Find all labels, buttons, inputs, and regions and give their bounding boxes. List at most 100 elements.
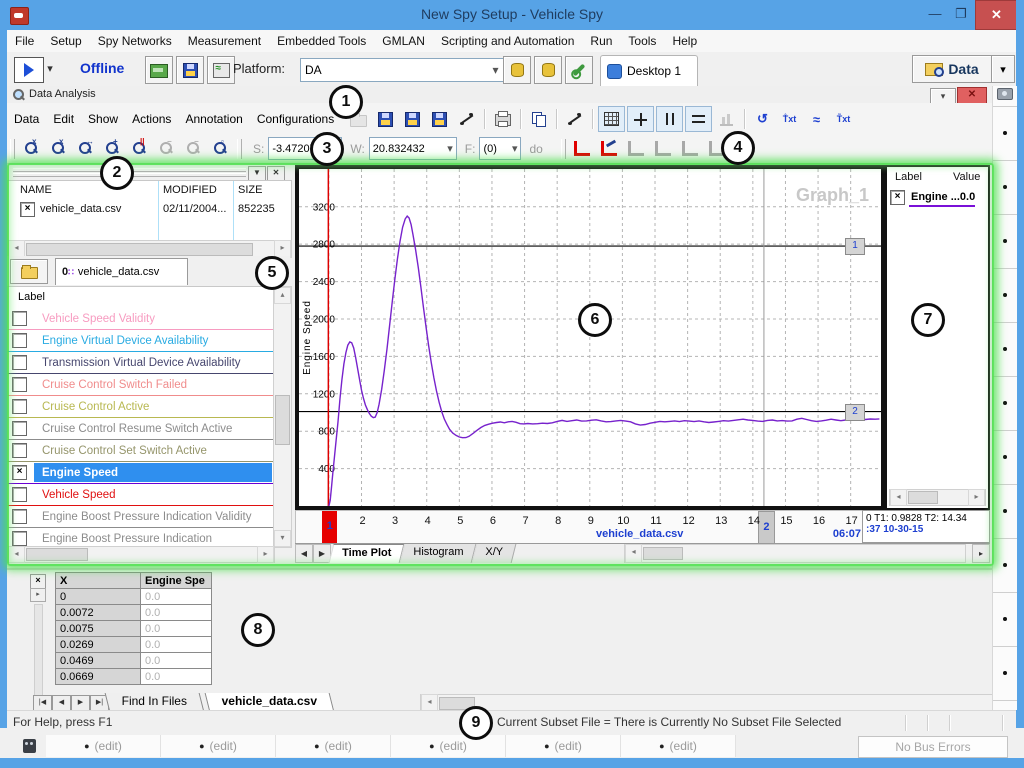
menu-scripting-and-automation[interactable]: Scripting and Automation xyxy=(433,30,582,48)
panel-dropdown-button[interactable]: ▼ xyxy=(248,166,266,181)
function-key-slot[interactable]: ●(edit) xyxy=(46,735,161,757)
file-tab-vehicle-data[interactable]: 0∷ vehicle_data.csv xyxy=(55,258,188,285)
label-row[interactable]: Engine Boost Pressure Indication Validit… xyxy=(8,506,274,528)
marker-1-handle[interactable]: 1 xyxy=(845,238,865,255)
menu-measurement[interactable]: Measurement xyxy=(180,30,269,48)
scrollbar-thumb[interactable] xyxy=(908,491,938,504)
plot-hscrollbar[interactable]: ◂ xyxy=(624,544,966,563)
frame-combobox[interactable]: (0) ▾ xyxy=(479,137,521,160)
label-checkbox[interactable] xyxy=(12,421,27,436)
label-row[interactable]: Engine Boost Pressure Indication xyxy=(8,528,274,546)
axis-color-button[interactable] xyxy=(597,137,622,161)
export-data-button[interactable] xyxy=(427,107,452,131)
da-menu-data[interactable]: Data xyxy=(7,103,46,126)
maximize-button[interactable]: ❐ xyxy=(948,4,974,24)
close-button[interactable]: ✕ xyxy=(975,0,1018,30)
txt-export-button[interactable]: T̊xt xyxy=(777,107,802,131)
data-button[interactable]: Data xyxy=(912,55,992,83)
column-header-modified[interactable]: MODIFIED xyxy=(163,184,217,196)
label-list-hscrollbar[interactable]: ◂ ▸ xyxy=(7,546,275,563)
label-row[interactable]: Cruise Control Set Switch Active xyxy=(8,440,274,462)
menu-file[interactable]: File xyxy=(7,30,42,48)
scrollbar-thumb[interactable] xyxy=(26,243,253,256)
label-row[interactable]: Vehicle Speed Validity xyxy=(8,308,274,330)
value-column-label[interactable]: Label xyxy=(895,171,922,183)
column-header-name[interactable]: NAME xyxy=(20,184,52,196)
label-checkbox[interactable] xyxy=(12,355,27,370)
horizontal-markers-button[interactable] xyxy=(685,106,712,132)
column-header-engine-spe[interactable]: Engine Spe xyxy=(141,573,212,589)
dock-item-button[interactable] xyxy=(993,593,1017,647)
da-menu-actions[interactable]: Actions xyxy=(125,103,178,126)
dock-item-button[interactable] xyxy=(993,269,1017,323)
minimize-button[interactable]: — xyxy=(922,4,948,24)
histogram-view-button[interactable] xyxy=(714,107,739,131)
run-dropdown[interactable]: ▾ xyxy=(43,57,57,81)
menu-spy-networks[interactable]: Spy Networks xyxy=(90,30,180,48)
database-export-button[interactable] xyxy=(534,56,562,84)
label-checkbox[interactable] xyxy=(12,333,27,348)
time-ruler[interactable]: 1 2 vehicle_data.csv 06:07 2345678910111… xyxy=(295,510,864,545)
tab-time-plot[interactable]: Time Plot xyxy=(329,544,405,563)
label-checkbox[interactable] xyxy=(12,487,27,502)
panel-drag-grip[interactable]: ▼ ✕ xyxy=(7,164,290,181)
dock-item-button[interactable] xyxy=(993,107,1017,161)
signal-label[interactable]: Engine ...0.0 xyxy=(909,191,975,207)
menu-gmlan[interactable]: GMLAN xyxy=(374,30,433,48)
txt-wave-button[interactable]: T̃xt xyxy=(831,107,856,131)
table-row[interactable]: 0.04690.0 xyxy=(56,653,212,669)
label-checkbox[interactable] xyxy=(12,531,27,546)
scroll-left-icon[interactable]: ◂ xyxy=(8,546,25,563)
menu-help[interactable]: Help xyxy=(664,30,705,48)
logging-button[interactable] xyxy=(207,56,235,84)
marker-2-handle[interactable]: 2 xyxy=(845,404,865,421)
label-row[interactable]: Transmission Virtual Device Availability xyxy=(8,352,274,374)
label-checkbox[interactable] xyxy=(12,399,27,414)
save-button[interactable] xyxy=(373,107,398,131)
panel-close-button[interactable]: ✕ xyxy=(267,166,285,181)
value-panel-hscrollbar[interactable]: ◂ ▸ xyxy=(889,489,986,506)
dock-item-button[interactable] xyxy=(993,323,1017,377)
panel-expand-icon[interactable]: ▸ xyxy=(30,588,46,602)
panel-vscrollbar[interactable] xyxy=(34,604,43,701)
da-menu-show[interactable]: Show xyxy=(81,103,125,126)
dock-item-button[interactable] xyxy=(993,539,1017,593)
scrollbar-thumb[interactable] xyxy=(26,548,88,561)
platform-select[interactable]: DA ▾ xyxy=(300,58,504,82)
time-cursor-1[interactable]: 1 xyxy=(322,511,337,544)
table-row[interactable]: 0.00750.0 xyxy=(56,621,212,637)
label-checkbox[interactable] xyxy=(12,443,27,458)
scroll-right-icon[interactable]: ▸ xyxy=(968,489,985,506)
axis-setup-button[interactable] xyxy=(570,137,595,161)
print-button[interactable] xyxy=(490,107,515,131)
dock-item-button[interactable] xyxy=(993,377,1017,431)
scrollbar-thumb[interactable] xyxy=(643,547,683,560)
tab-histogram[interactable]: Histogram xyxy=(400,544,477,563)
da-menu-configurations[interactable]: Configurations xyxy=(250,103,341,126)
value-column-value[interactable]: Value xyxy=(953,171,980,183)
time-plot-graph[interactable]: 400800120016002000240028003200Engine Spe… xyxy=(295,165,885,510)
label-checkbox[interactable] xyxy=(12,509,27,524)
toolbar-grip[interactable] xyxy=(10,139,15,159)
dock-item-button[interactable] xyxy=(993,161,1017,215)
zoom-width-button[interactable]: ↔ xyxy=(73,137,98,161)
add-marker-button[interactable] xyxy=(454,107,479,131)
label-list-vscrollbar[interactable]: ▴ ▾ xyxy=(273,286,292,548)
toolbar-grip[interactable] xyxy=(237,139,242,159)
tab-desktop-1[interactable]: Desktop 1 xyxy=(600,55,698,86)
label-row[interactable]: Engine Speed xyxy=(8,462,274,484)
grid-toggle-button[interactable] xyxy=(598,106,625,132)
function-key-slot[interactable]: ●(edit) xyxy=(506,735,621,757)
axis-lock-button[interactable] xyxy=(624,137,649,161)
capture-button[interactable] xyxy=(993,86,1017,107)
scrollbar-thumb[interactable] xyxy=(275,395,290,445)
label-row[interactable]: Cruise Control Active xyxy=(8,396,274,418)
label-row[interactable]: Engine Virtual Device Availability xyxy=(8,330,274,352)
label-checkbox[interactable] xyxy=(12,377,27,392)
run-button[interactable] xyxy=(14,57,44,83)
table-row[interactable]: 0.02690.0 xyxy=(56,637,212,653)
function-key-slot[interactable]: ●(edit) xyxy=(161,735,276,757)
toolbar-grip[interactable] xyxy=(561,139,566,159)
save-all-button[interactable] xyxy=(400,107,425,131)
da-menu-edit[interactable]: Edit xyxy=(46,103,81,126)
